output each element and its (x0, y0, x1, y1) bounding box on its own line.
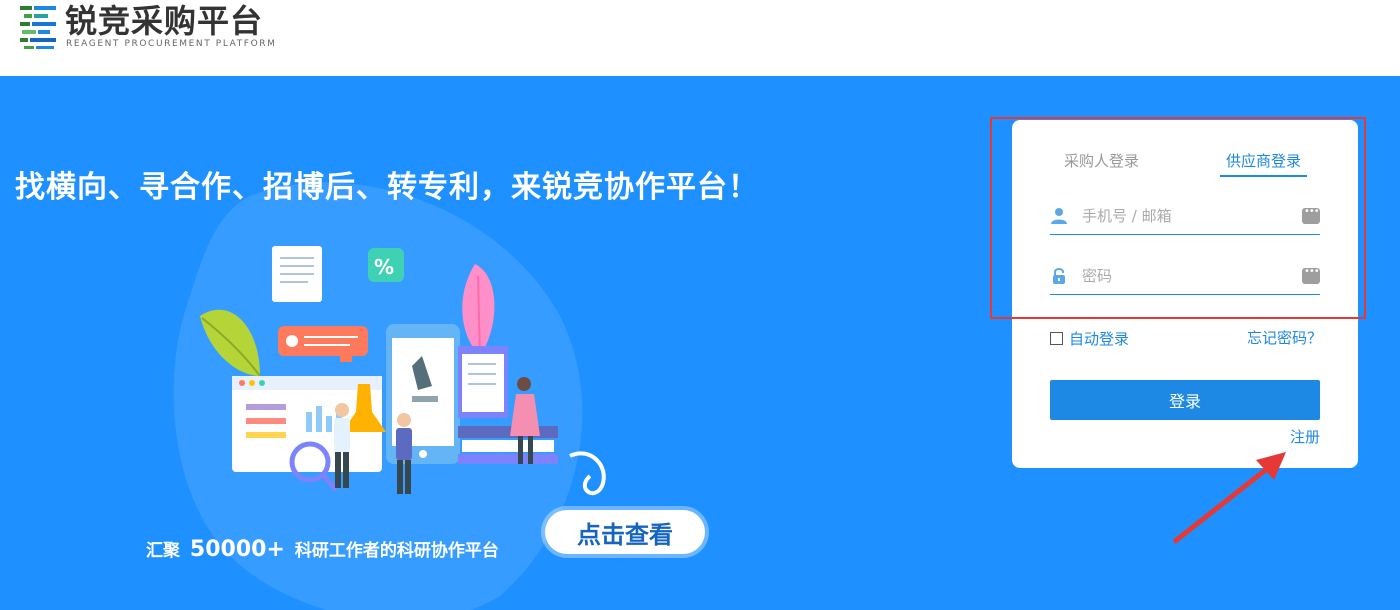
register-link[interactable]: 注册 (1290, 426, 1320, 447)
forgot-password-link[interactable]: 忘记密码？ (1247, 327, 1322, 348)
hero-banner: 找横向、寻合作、招博后、转专利，来锐竞协作平台！ % 汇聚 50000+ 科研工… (0, 76, 1400, 610)
login-button[interactable]: 登录 (1050, 380, 1320, 420)
stat-suffix: 科研工作者的科研协作平台 (294, 541, 499, 561)
logo-title: 锐竞采购平台 (65, 2, 264, 40)
stat-number: 50000+ (189, 537, 285, 562)
view-more-button[interactable]: 点击查看 (545, 510, 705, 554)
logo-mark-icon (20, 6, 56, 49)
logo-subtitle: REAGENT PROCUREMENT PLATFORM (66, 39, 277, 49)
auto-login-label: 自动登录 (1069, 330, 1130, 348)
auto-login-checkbox[interactable]: 自动登录 (1050, 328, 1129, 349)
collaboration-illustration: % (200, 246, 606, 496)
stat-line: 汇聚 50000+ 科研工作者的科研协作平台 (146, 536, 499, 562)
annotation-highlight-box (990, 117, 1366, 319)
stat-prefix: 汇聚 (146, 541, 180, 561)
percent-badge-text: % (374, 255, 394, 279)
annotation-arrow-icon (1172, 452, 1286, 544)
top-header: 锐竞采购平台 REAGENT PROCUREMENT PLATFORM (0, 0, 1400, 76)
checkbox-box[interactable] (1050, 332, 1063, 345)
banner-slogan: 找横向、寻合作、招博后、转专利，来锐竞协作平台！ (15, 170, 759, 205)
